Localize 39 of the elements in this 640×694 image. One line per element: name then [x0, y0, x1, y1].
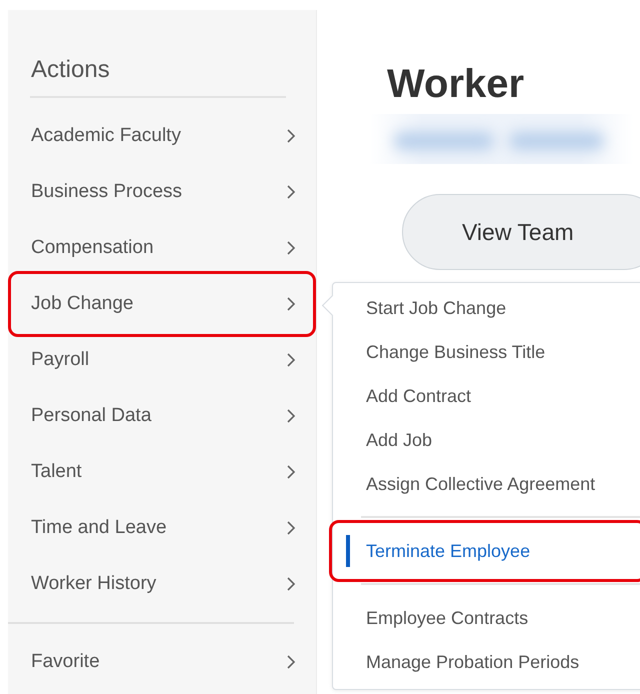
submenu-item[interactable]: Assign Collective Agreement [333, 462, 640, 506]
menu-item[interactable]: Talent [8, 444, 316, 500]
menu-item-label: Payroll [31, 349, 90, 371]
submenu-item[interactable]: Add Contract [333, 374, 640, 418]
submenu-item[interactable]: Start Job Change [333, 286, 640, 330]
menu-item[interactable]: Academic Faculty [8, 108, 316, 164]
menu-item[interactable]: Worker History [8, 556, 316, 612]
menu-item[interactable]: Time and Leave [8, 500, 316, 556]
menu-item[interactable]: Favorite [8, 634, 316, 690]
panel-title: Actions [31, 55, 110, 85]
chevron-right-icon [286, 240, 296, 256]
menu-item-label: Worker History [31, 573, 156, 595]
chevron-right-icon [286, 464, 296, 480]
submenu-item[interactable]: Manage Probation Periods [333, 640, 640, 684]
menu-item-label: Favorite [31, 651, 100, 673]
chevron-right-icon [286, 128, 296, 144]
submenu-item[interactable]: Add Job [333, 418, 640, 462]
menu-item-label: Job Change [31, 293, 134, 315]
chevron-right-icon [286, 408, 296, 424]
menu-item-label: Time and Leave [31, 517, 167, 539]
submenu-item[interactable]: Terminate Employee [329, 520, 640, 582]
menu-item-label: Personal Data [31, 405, 152, 427]
page-title: Worker [387, 61, 526, 108]
chevron-right-icon [286, 296, 296, 312]
submenu-item[interactable]: Employee Contracts [333, 596, 640, 640]
menu-item-label: Business Process [31, 181, 182, 203]
menu-item-label: Academic Faculty [31, 125, 181, 147]
menu-item-label: Talent [31, 461, 82, 483]
chevron-right-icon [286, 352, 296, 368]
menu-item[interactable]: Personal Data [8, 388, 316, 444]
menu-item-label: Compensation [31, 237, 154, 259]
menu-item[interactable]: Job Change [8, 271, 316, 337]
chevron-right-icon [286, 654, 296, 670]
chevron-right-icon [286, 520, 296, 536]
menu-item[interactable]: Business Process [8, 164, 316, 220]
chevron-right-icon [286, 184, 296, 200]
chevron-right-icon [286, 576, 296, 592]
submenu-item[interactable]: Change Business Title [333, 330, 640, 374]
view-team-button[interactable]: View Team [402, 194, 640, 270]
